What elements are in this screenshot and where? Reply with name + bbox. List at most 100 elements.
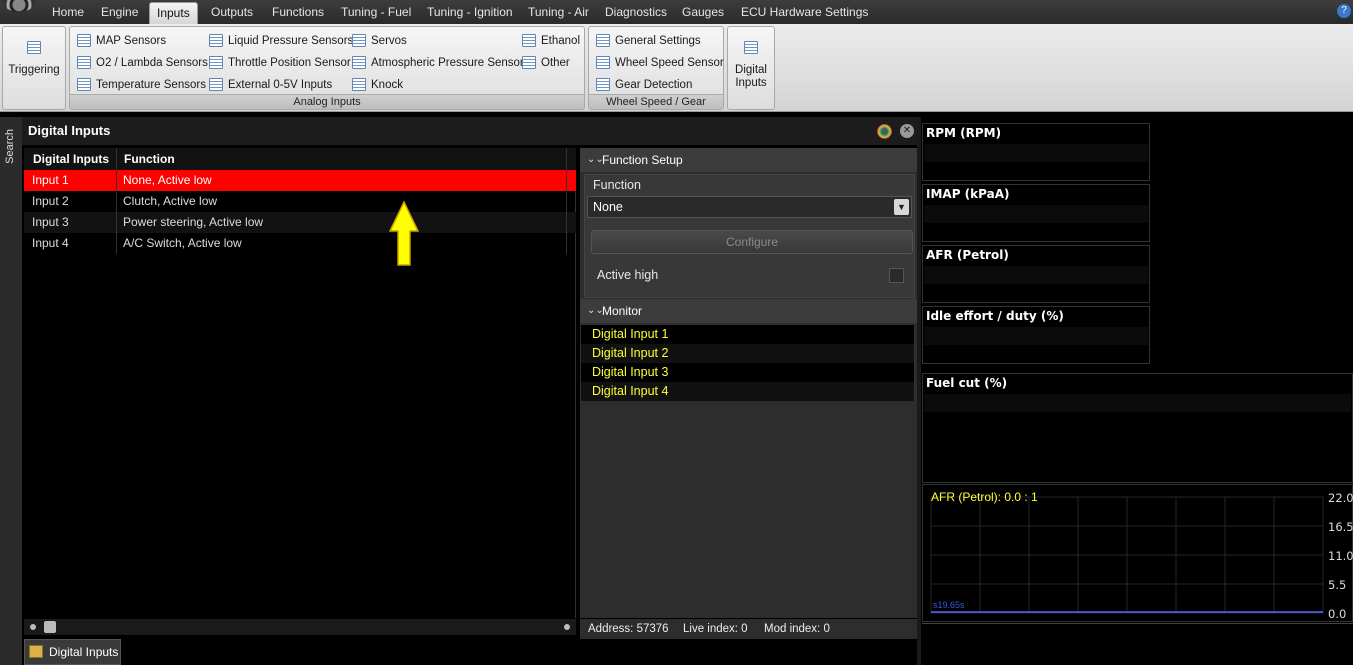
knock-icon [352, 78, 366, 91]
grid-header: Digital Inputs Function [24, 148, 576, 170]
document-tab-digital-inputs[interactable]: Digital Inputs [24, 639, 121, 665]
gauge-title: IMAP (kPaA) [926, 187, 1010, 201]
y-tick-label: 11.0 [1328, 549, 1353, 563]
list-item: Digital Input 3 [592, 365, 669, 379]
other-icon [522, 56, 536, 69]
digital-inputs-label-2: Inputs [735, 77, 767, 89]
ribbon-group-wheel-speed-gear: General Settings Wheel Speed Sensor Gear… [588, 26, 724, 110]
gauge-afr[interactable]: AFR (Petrol) [922, 245, 1150, 303]
cell-function: A/C Switch, Active low [123, 236, 242, 250]
tab-home[interactable]: Home [45, 2, 91, 24]
bottom-right-area [922, 623, 1353, 665]
knock-button[interactable]: Knock [352, 76, 403, 94]
throttle-position-sensor-button[interactable]: Throttle Position Sensor [209, 54, 351, 72]
function-setup-panel: ⌄⌄ Function Setup Function None ▼ Config… [580, 148, 917, 618]
list-item: Digital Input 1 [592, 327, 669, 341]
digital-inputs-grid: Digital Inputs Function Input 1 None, Ac… [24, 148, 576, 618]
table-row[interactable]: Input 2 Clutch, Active low [24, 191, 576, 212]
gear-detection-button[interactable]: Gear Detection [596, 76, 692, 94]
gauge-title: AFR (Petrol) [926, 248, 1009, 262]
tab-diagnostics[interactable]: Diagnostics [598, 2, 674, 24]
gauge-rpm[interactable]: RPM (RPM) [922, 123, 1150, 181]
triggering-button[interactable]: Triggering [3, 41, 65, 77]
tab-tuning-air[interactable]: Tuning - Air [521, 2, 596, 24]
external-inputs-label: External 0-5V Inputs [228, 79, 333, 91]
function-label: Function [593, 178, 641, 192]
column-header-digital-inputs[interactable]: Digital Inputs [24, 148, 109, 170]
gear-detection-label: Gear Detection [615, 79, 693, 91]
servos-button[interactable]: Servos [352, 32, 407, 50]
y-tick-label: 22.0 [1328, 491, 1353, 505]
ethanol-button[interactable]: Ethanol [522, 32, 580, 50]
function-select[interactable]: None ▼ [587, 196, 912, 218]
gauge-fuel-cut[interactable]: Fuel cut (%) [922, 373, 1353, 483]
document-tab-label: Digital Inputs [49, 645, 119, 659]
external-0-5v-inputs-button[interactable]: External 0-5V Inputs [209, 76, 332, 94]
scroll-left-button[interactable] [30, 624, 36, 630]
map-sensors-button[interactable]: MAP Sensors [77, 32, 166, 50]
liquid-pressure-sensors-button[interactable]: Liquid Pressure Sensors [209, 32, 353, 50]
wheel-speed-sensor-button[interactable]: Wheel Speed Sensor [596, 54, 724, 72]
collapse-chevron-icon: ⌄⌄ [587, 154, 604, 165]
ethanol-icon [522, 34, 536, 47]
monitor-header[interactable]: ⌄⌄ Monitor [580, 299, 917, 323]
tab-functions[interactable]: Functions [265, 2, 331, 24]
table-row[interactable]: Input 4 A/C Switch, Active low [24, 233, 576, 254]
column-divider[interactable] [566, 148, 567, 254]
panel-splitter[interactable] [917, 117, 921, 665]
digital-inputs-button[interactable]: Digital Inputs [728, 41, 774, 90]
tab-gauges[interactable]: Gauges [675, 2, 731, 24]
column-header-function[interactable]: Function [115, 148, 175, 170]
wheel-speed-label: Wheel Speed Sensor [615, 57, 724, 69]
column-divider[interactable] [116, 148, 117, 254]
function-select-value: None [593, 200, 623, 214]
close-icon[interactable]: ✕ [900, 124, 914, 138]
triggering-label: Triggering [8, 64, 60, 76]
digital-inputs-icon [744, 41, 758, 54]
tab-tuning-fuel[interactable]: Tuning - Fuel [334, 2, 418, 24]
search-tab-label[interactable]: Search [4, 129, 16, 164]
atmospheric-pressure-sensor-button[interactable]: Atmospheric Pressure Sensor [352, 54, 524, 72]
search-sidebar[interactable]: Search [0, 117, 22, 665]
scrollbar-thumb[interactable] [44, 621, 56, 633]
panel-title: Digital Inputs [22, 117, 920, 145]
active-high-checkbox[interactable] [889, 268, 904, 283]
gauge-value-area [924, 144, 1148, 162]
cell-function: None, Active low [123, 173, 212, 187]
gauge-idle-effort[interactable]: Idle effort / duty (%) [922, 306, 1150, 364]
digital-inputs-label-1: Digital [735, 64, 767, 76]
cell-input: Input 1 [32, 173, 69, 187]
gauge-imap[interactable]: IMAP (kPaA) [922, 184, 1150, 242]
o2-lambda-sensors-button[interactable]: O2 / Lambda Sensors [77, 54, 208, 72]
o2-lambda-icon [77, 56, 91, 69]
o2-lambda-label: O2 / Lambda Sensors [96, 57, 208, 69]
function-setup-header[interactable]: ⌄⌄ Function Setup [580, 148, 917, 172]
collapse-chevron-icon: ⌄⌄ [587, 305, 604, 316]
chevron-down-icon[interactable]: ▼ [894, 199, 909, 215]
temperature-sensors-button[interactable]: Temperature Sensors [77, 76, 206, 94]
horizontal-scrollbar[interactable] [24, 619, 576, 635]
cell-input: Input 4 [32, 236, 69, 250]
scroll-right-button[interactable] [564, 624, 570, 630]
tab-outputs[interactable]: Outputs [204, 2, 260, 24]
chart-time-label: s19.65s [933, 600, 965, 610]
tab-inputs[interactable]: Inputs [149, 2, 198, 24]
configure-button[interactable]: Configure [591, 230, 913, 254]
app-logo-icon[interactable] [2, 0, 36, 12]
tab-tuning-ignition[interactable]: Tuning - Ignition [420, 2, 520, 24]
table-row[interactable]: Input 3 Power steering, Active low [24, 212, 576, 233]
wheel-speed-icon [596, 56, 610, 69]
tab-engine[interactable]: Engine [94, 2, 145, 24]
liquid-pressure-label: Liquid Pressure Sensors [228, 35, 354, 47]
gauge-title: Idle effort / duty (%) [926, 309, 1064, 323]
other-button[interactable]: Other [522, 54, 570, 72]
help-icon[interactable]: ? [1337, 4, 1351, 18]
general-settings-button[interactable]: General Settings [596, 32, 701, 50]
tab-ecu-hardware-settings[interactable]: ECU Hardware Settings [734, 2, 875, 24]
gauge-icon[interactable] [877, 124, 892, 139]
afr-chart[interactable]: AFR (Petrol): 0.0 : 1 22.0 16.5 11.0 5.5… [922, 484, 1353, 622]
table-row[interactable]: Input 1 None, Active low [24, 170, 576, 191]
triggering-icon [27, 41, 41, 54]
status-bar: Address: 57376 Live index: 0 Mod index: … [580, 619, 917, 639]
wheel-speed-gear-group-label: Wheel Speed / Gear [589, 94, 723, 109]
